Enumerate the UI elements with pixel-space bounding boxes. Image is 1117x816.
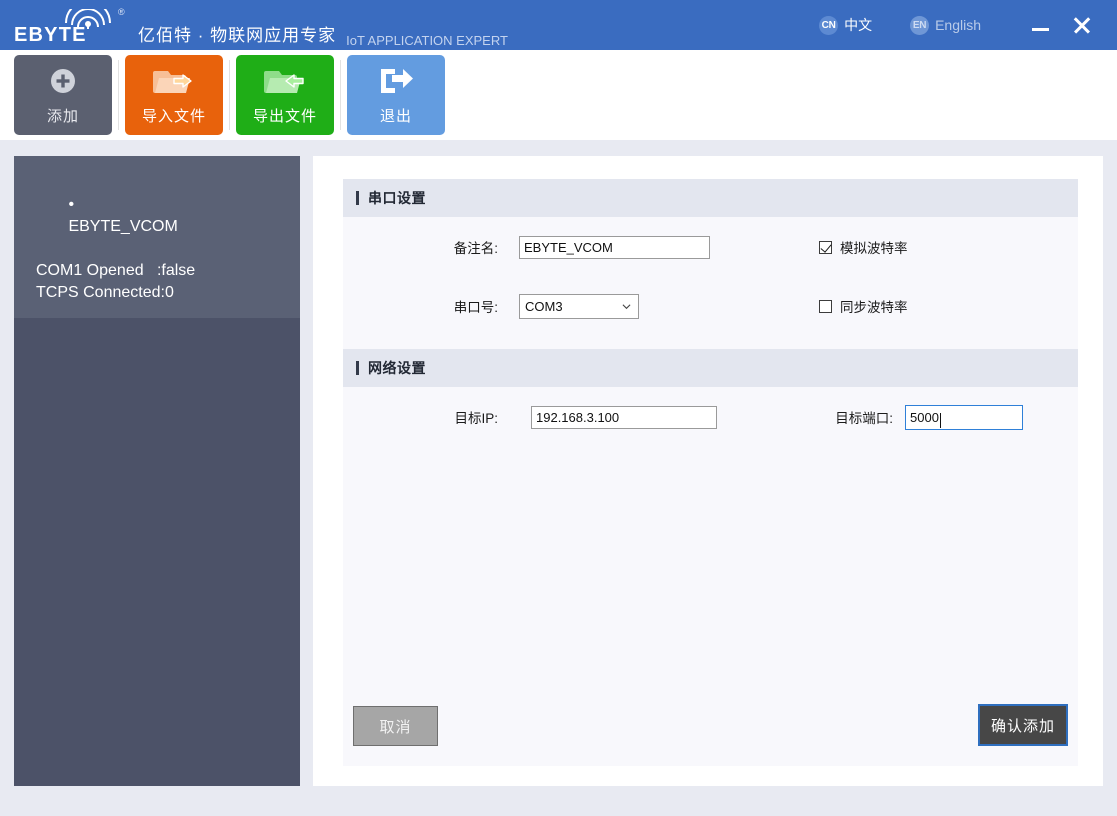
folder-import-icon [153, 64, 195, 98]
serial-port-select[interactable]: COM3 [519, 294, 639, 319]
network-row: 目标IP: 192.168.3.100 目标端口: 5000 [343, 387, 1078, 447]
device-name-line: • EBYTE_VCOM [24, 172, 300, 260]
sync-baudrate-label: 同步波特率 [840, 296, 908, 316]
plus-circle-icon [48, 64, 78, 98]
brand-name-en: IoT APPLICATION EXPERT [346, 33, 508, 48]
checkbox-checked-icon [819, 241, 832, 254]
serial-port-label: 串口号: [388, 296, 498, 316]
simulate-baudrate-checkbox[interactable]: 模拟波特率 [819, 237, 908, 257]
device-bullet-icon: • [68, 196, 74, 213]
app-window: ® EBYTE 亿佰特 · 物联网应用专家 IoT APPLICATION EX… [0, 0, 1117, 816]
confirm-add-button[interactable]: 确认添加 [978, 704, 1068, 746]
chevron-down-icon [622, 302, 631, 311]
toolbar-separator [340, 60, 341, 130]
device-name: EBYTE_VCOM [68, 218, 177, 235]
checkbox-unchecked-icon [819, 300, 832, 313]
close-button[interactable] [1061, 0, 1103, 50]
network-settings-header: 网络设置 [343, 349, 1078, 387]
brand-name-cn: 亿佰特 · 物联网应用专家 [138, 21, 336, 46]
settings-form: 串口设置 备注名: EBYTE_VCOM 模拟波特率 串口号: COM3 [343, 179, 1078, 766]
target-port-label: 目标端口: [783, 407, 893, 427]
titlebar-controls: CN 中文 EN English [819, 0, 1117, 50]
remark-name-row: 备注名: EBYTE_VCOM 模拟波特率 [343, 217, 1078, 277]
serial-port-value: COM3 [525, 299, 563, 314]
import-file-label: 导入文件 [142, 105, 206, 126]
sync-baudrate-checkbox[interactable]: 同步波特率 [819, 296, 908, 316]
brand-logo: ® EBYTE 亿佰特 · 物联网应用专家 IoT APPLICATION EX… [14, 6, 508, 46]
target-ip-input[interactable]: 192.168.3.100 [531, 406, 717, 429]
toolbar-separator [229, 60, 230, 130]
main-toolbar: 添加 导入文件 导出文件 [0, 50, 1117, 140]
language-label-en: English [935, 17, 981, 33]
target-port-input[interactable]: 5000 [905, 405, 1023, 430]
minimize-icon [1032, 28, 1049, 31]
text-cursor [940, 413, 941, 428]
settings-panel: 串口设置 备注名: EBYTE_VCOM 模拟波特率 串口号: COM3 [313, 156, 1103, 786]
remark-name-label: 备注名: [388, 237, 498, 257]
add-button[interactable]: 添加 [14, 55, 112, 135]
exit-button[interactable]: 退出 [347, 55, 445, 135]
language-switch-cn[interactable]: CN 中文 [819, 15, 872, 35]
language-label-cn: 中文 [844, 15, 872, 35]
en-badge-icon: EN [910, 16, 929, 35]
ebyte-logo-mark: ® EBYTE [14, 6, 132, 46]
logo-wordmark: EBYTE [14, 24, 87, 47]
target-port-value: 5000 [910, 410, 939, 425]
import-file-button[interactable]: 导入文件 [125, 55, 223, 135]
content-area: • EBYTE_VCOM COM1 Opened :false TCPS Con… [0, 140, 1117, 816]
network-settings-title: 网络设置 [368, 358, 426, 378]
minimize-button[interactable] [1019, 0, 1061, 50]
exit-arrow-icon [378, 64, 414, 98]
remark-name-input[interactable]: EBYTE_VCOM [519, 236, 710, 259]
section-accent-bar [356, 191, 359, 205]
serial-port-row: 串口号: COM3 同步波特率 [343, 277, 1078, 335]
cancel-button[interactable]: 取消 [353, 706, 438, 746]
serial-settings-header: 串口设置 [343, 179, 1078, 217]
target-ip-label: 目标IP: [388, 407, 498, 427]
serial-settings-title: 串口设置 [368, 188, 426, 208]
add-button-label: 添加 [47, 105, 79, 126]
section-accent-bar [356, 361, 359, 375]
toolbar-separator [118, 60, 119, 130]
target-ip-value: 192.168.3.100 [536, 410, 619, 425]
device-com-status: COM1 Opened :false [36, 260, 300, 282]
language-switch-en[interactable]: EN English [910, 16, 981, 35]
device-tcps-status: TCPS Connected:0 [36, 282, 300, 304]
title-bar: ® EBYTE 亿佰特 · 物联网应用专家 IoT APPLICATION EX… [0, 0, 1117, 50]
export-file-label: 导出文件 [253, 105, 317, 126]
confirm-add-button-label: 确认添加 [991, 715, 1055, 736]
simulate-baudrate-label: 模拟波特率 [840, 237, 908, 257]
remark-name-value: EBYTE_VCOM [524, 240, 613, 255]
device-list-sidebar: • EBYTE_VCOM COM1 Opened :false TCPS Con… [14, 156, 300, 786]
export-file-button[interactable]: 导出文件 [236, 55, 334, 135]
close-icon [1072, 15, 1092, 35]
device-list-item[interactable]: • EBYTE_VCOM COM1 Opened :false TCPS Con… [14, 156, 300, 318]
cn-badge-icon: CN [819, 16, 838, 35]
registered-mark: ® [118, 8, 125, 17]
folder-export-icon [264, 64, 306, 98]
exit-button-label: 退出 [380, 105, 412, 126]
cancel-button-label: 取消 [379, 716, 411, 737]
